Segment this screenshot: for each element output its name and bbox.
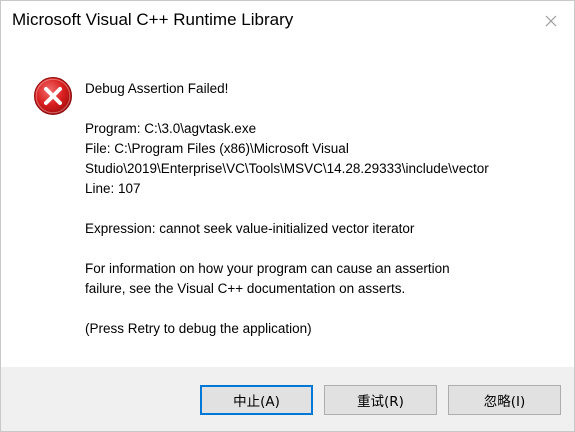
info-line2: failure, see the Visual C++ documentatio… [85,281,406,296]
retry-hint: (Press Retry to debug the application) [85,321,312,336]
expression-text: Expression: cannot seek value-initialize… [85,221,415,236]
info-line1: For information on how your program can … [85,261,450,276]
line-number: Line: 107 [85,181,141,196]
window-title: Microsoft Visual C++ Runtime Library [12,10,294,29]
close-icon [545,15,557,27]
error-icon [33,76,73,116]
retry-button[interactable]: 重试(R) [324,385,437,415]
button-bar: 中止(A) 重试(R) 忽略(I) [1,367,574,431]
file-path-line2: Studio\2019\Enterprise\VC\Tools\MSVC\14.… [85,161,489,176]
dialog-content: Debug Assertion Failed! Program: C:\3.0\… [1,41,574,367]
dialog-window: Microsoft Visual C++ Runtime Library Deb… [0,0,575,432]
message-heading: Debug Assertion Failed! [85,81,229,96]
ignore-button[interactable]: 忽略(I) [448,385,561,415]
message-text: Debug Assertion Failed! Program: C:\3.0\… [85,79,555,339]
abort-button[interactable]: 中止(A) [200,385,313,415]
program-path: Program: C:\3.0\agvtask.exe [85,121,257,136]
close-button[interactable] [528,1,574,41]
title-bar[interactable]: Microsoft Visual C++ Runtime Library [1,1,574,41]
file-path-line1: File: C:\Program Files (x86)\Microsoft V… [85,141,349,156]
